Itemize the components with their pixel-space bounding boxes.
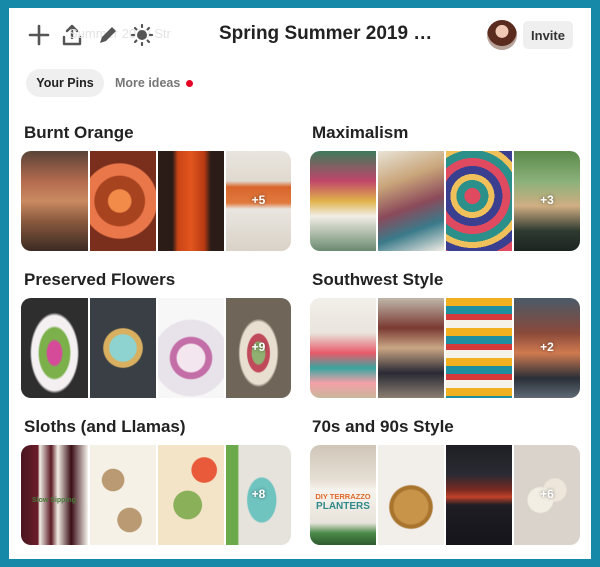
pin-thumbnail[interactable]: [21, 298, 88, 398]
pin-thumbnail[interactable]: Slow Sipping: [21, 445, 88, 545]
pin-thumbnail[interactable]: [88, 298, 156, 398]
avatar[interactable]: [487, 20, 517, 50]
board-header: Summer 2019 Str Spring Summer 2019 Tr...…: [9, 8, 591, 64]
pin-thumbnail[interactable]: [376, 298, 444, 398]
terrazzo-text-line-2: PLANTERS: [316, 501, 370, 513]
more-pins-count: +8: [251, 487, 266, 501]
pin-thumbnail[interactable]: [156, 151, 224, 251]
pin-thumbnail[interactable]: [88, 151, 156, 251]
board-title-preserved-flowers[interactable]: Preserved Flowers: [24, 270, 175, 290]
tab-your-pins-label: Your Pins: [36, 76, 94, 90]
tab-more-ideas-label: More ideas: [115, 76, 181, 90]
board-view: Summer 2019 Str Spring Summer 2019 Tr...…: [9, 8, 591, 559]
pencil-icon[interactable]: [95, 22, 121, 48]
board-collage-maximalism[interactable]: +3: [310, 151, 580, 251]
pin-thumbnail[interactable]: +9: [224, 298, 291, 398]
tab-more-ideas[interactable]: More ideas: [107, 69, 211, 97]
pin-thumbnail[interactable]: [88, 445, 156, 545]
board-title-southwest-style[interactable]: Southwest Style: [312, 270, 443, 290]
board-title-sloths-and-llamas[interactable]: Sloths (and Llamas): [24, 417, 186, 437]
pin-thumbnail[interactable]: +5: [224, 151, 291, 251]
board-title: Spring Summer 2019 Tr...: [219, 23, 439, 44]
pin-thumbnail[interactable]: [444, 151, 512, 251]
board-title-maximalism[interactable]: Maximalism: [312, 123, 408, 143]
terrazzo-text: DIY TERRAZZO PLANTERS: [314, 492, 372, 513]
board-collage-sloths-and-llamas[interactable]: Slow Sipping +8: [21, 445, 291, 545]
board-collage-preserved-flowers[interactable]: +9: [21, 298, 291, 398]
pin-thumbnail[interactable]: [156, 298, 224, 398]
pin-thumbnail[interactable]: +6: [512, 445, 580, 545]
pin-thumbnail[interactable]: [444, 445, 512, 545]
pin-thumbnail[interactable]: DIY TERRAZZO PLANTERS: [310, 445, 376, 545]
board-collage-burnt-orange[interactable]: +5: [21, 151, 291, 251]
pin-thumbnail[interactable]: [156, 445, 224, 545]
board-title-burnt-orange[interactable]: Burnt Orange: [24, 123, 134, 143]
plus-icon[interactable]: [26, 22, 52, 48]
pin-thumbnail[interactable]: [376, 445, 444, 545]
board-collage-70s-and-90s-style[interactable]: DIY TERRAZZO PLANTERS +6: [310, 445, 580, 545]
more-pins-count: +3: [540, 193, 554, 207]
more-pins-count: +5: [251, 193, 266, 207]
more-pins-count: +9: [251, 340, 266, 354]
tab-your-pins[interactable]: Your Pins: [26, 69, 104, 97]
pin-thumbnail[interactable]: +3: [512, 151, 580, 251]
invite-button[interactable]: Invite: [523, 21, 573, 49]
more-pins-count: +2: [540, 340, 554, 354]
pin-thumbnail[interactable]: [376, 151, 444, 251]
pin-thumbnail[interactable]: [21, 151, 88, 251]
pin-thumbnail[interactable]: [310, 151, 376, 251]
pin-thumbnail[interactable]: [310, 298, 376, 398]
board-collage-southwest-style[interactable]: +2: [310, 298, 580, 398]
sun-icon[interactable]: [129, 22, 155, 48]
wine-label-text: Slow Sipping: [32, 497, 76, 504]
pin-thumbnail[interactable]: +2: [512, 298, 580, 398]
board-title-70s-and-90s-style[interactable]: 70s and 90s Style: [312, 417, 454, 437]
notification-dot: [186, 79, 194, 87]
more-pins-count: +6: [540, 487, 554, 501]
pin-thumbnail[interactable]: +8: [224, 445, 291, 545]
pin-thumbnail[interactable]: [444, 298, 512, 398]
terrazzo-text-line-1: DIY TERRAZZO: [315, 492, 371, 501]
